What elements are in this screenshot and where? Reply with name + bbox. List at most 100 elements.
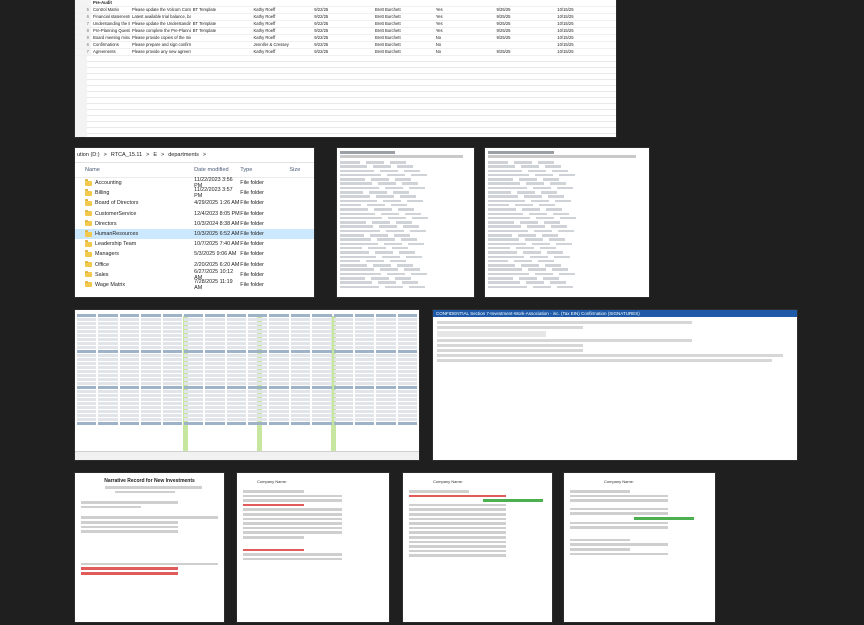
form-thumbnail[interactable]: Narrative Record for New Investments: [75, 473, 224, 622]
spreadsheet-cell[interactable]: No: [433, 41, 495, 49]
breadcrumb-segment[interactable]: >: [146, 152, 149, 158]
spreadsheet-row[interactable]: 5 Control Matrix Please update the Volcom …: [75, 6, 616, 14]
spreadsheet-cell[interactable]: Please provide copies of the minutes for…: [130, 34, 191, 42]
spreadsheet-cell[interactable]: Yes: [433, 13, 495, 21]
spreadsheet-row[interactable]: 7Understanding the EntityPlease update t…: [75, 20, 616, 28]
form-thumbnail[interactable]: Company Name:: [564, 473, 715, 622]
financial-spreadsheet-thumbnail[interactable]: [75, 310, 419, 460]
column-name[interactable]: Name: [75, 167, 194, 173]
spreadsheet-cell[interactable]: 10/15/25: [555, 41, 616, 49]
sheet-tabs[interactable]: [75, 451, 419, 460]
spreadsheet-cell[interactable]: 7: [75, 20, 91, 28]
spreadsheet-cell[interactable]: Jennifer & Cressey: [251, 41, 313, 49]
spreadsheet-cell[interactable]: 5: [75, 6, 91, 14]
spreadsheet-cell[interactable]: 9/22/25: [312, 20, 373, 28]
spreadsheet-cell[interactable]: 9: [75, 34, 91, 42]
folder-row[interactable]: CustomerService 12/4/2023 8:05 PM File fol…: [75, 209, 314, 219]
form-thumbnail[interactable]: Company Name:: [403, 473, 552, 622]
spreadsheet-cell[interactable]: Understanding the Entity: [91, 20, 130, 28]
spreadsheet-cell[interactable]: Brett Burchett: [373, 27, 434, 35]
spreadsheet-cell[interactable]: Brett Burchett: [373, 6, 434, 14]
spreadsheet-cell[interactable]: BT Template: [190, 6, 252, 14]
spreadsheet-cell[interactable]: 10/15/25: [555, 20, 616, 28]
spreadsheet-row[interactable]: 9Board meeting minutesPlease provide cop…: [75, 34, 616, 42]
spreadsheet-cell[interactable]: 9/25/25: [494, 6, 556, 14]
folder-row[interactable]: HumanResources 10/3/2025 6:52 AM File fold…: [75, 228, 314, 240]
spreadsheet-cell[interactable]: Agreements: [91, 48, 130, 56]
spreadsheet-cell[interactable]: 7: [75, 48, 91, 56]
spreadsheet-cell[interactable]: 9/25/25: [494, 34, 556, 42]
breadcrumb-segment[interactable]: >: [203, 152, 206, 158]
folder-list-thumbnail[interactable]: [337, 148, 474, 297]
spreadsheet-cell[interactable]: Kathy Roeff: [251, 13, 313, 21]
spreadsheet-cell[interactable]: Brett Burchett: [373, 41, 434, 49]
spreadsheet-cell[interactable]: 9/25/25: [494, 20, 556, 28]
spreadsheet-cell[interactable]: 9/22/25: [312, 13, 373, 21]
spreadsheet-cell[interactable]: 8: [75, 27, 91, 35]
spreadsheet-cell[interactable]: Brett Burchett: [373, 13, 434, 21]
email-thumbnail[interactable]: CONFIDENTIAL Section 7-Investment-Work-A…: [433, 310, 797, 460]
spreadsheet-cell[interactable]: 9/25/25: [494, 27, 556, 35]
spreadsheet-cell[interactable]: 9/22/25: [312, 34, 373, 42]
spreadsheet-row[interactable]: 6 Financial statements Latest available tr…: [75, 13, 616, 21]
spreadsheet-cell[interactable]: [190, 34, 252, 42]
spreadsheet-cell[interactable]: No: [433, 34, 495, 42]
column-size[interactable]: Size: [289, 167, 314, 173]
spreadsheet-cell[interactable]: Kathy Roeff: [251, 6, 313, 14]
spreadsheet-cell[interactable]: Kathy Roeff: [251, 48, 313, 56]
spreadsheet-cell[interactable]: 9/25/25: [494, 13, 556, 21]
spreadsheet-cell[interactable]: [190, 13, 252, 21]
spreadsheet-cell[interactable]: 10/15/25: [555, 34, 616, 42]
spreadsheet-cell[interactable]: Yes: [433, 27, 495, 35]
spreadsheet-cell[interactable]: 6: [75, 41, 91, 49]
spreadsheet-cell[interactable]: 10/15/25: [555, 13, 616, 21]
spreadsheet-cell[interactable]: 9/22/25: [312, 27, 373, 35]
folder-row[interactable]: Wage Matrix 7/28/2025 11:19 AM File folder: [75, 279, 314, 291]
spreadsheet-cell[interactable]: Confirmations: [91, 41, 130, 49]
spreadsheet-cell[interactable]: 9/22/25: [312, 41, 373, 49]
form-thumbnail[interactable]: Company Name:: [237, 473, 389, 622]
spreadsheet-cell[interactable]: Latest available trial balance, balance …: [130, 13, 191, 21]
column-date-modified[interactable]: Date modified: [194, 167, 240, 173]
folder-row[interactable]: Managers 5/3/2025 9:06 AM File folder: [75, 249, 314, 259]
breadcrumb-segment[interactable]: E: [153, 152, 157, 158]
spreadsheet-cell[interactable]: Brett Burchett: [373, 20, 434, 28]
spreadsheet-cell[interactable]: 9/22/25: [312, 48, 373, 56]
spreadsheet-cell[interactable]: BT Template: [190, 27, 252, 35]
spreadsheet-cell[interactable]: Financial statements: [91, 13, 130, 21]
spreadsheet-cell[interactable]: 10/15/25: [555, 48, 616, 56]
spreadsheet-cell[interactable]: Kathy Roeff: [251, 20, 313, 28]
spreadsheet-cell[interactable]: Pre-Planning Questionnaire: [91, 27, 130, 35]
spreadsheet-cell[interactable]: Please complete the Pre-Planning Questio…: [130, 27, 191, 35]
spreadsheet-cell[interactable]: Brett Burchett: [373, 48, 434, 56]
breadcrumb-segment[interactable]: >: [161, 152, 164, 158]
spreadsheet-cell[interactable]: Brett Burchett: [373, 34, 434, 42]
breadcrumb-segment[interactable]: departments: [168, 152, 199, 158]
spreadsheet-cell[interactable]: Kathy Roeff: [251, 34, 313, 42]
spreadsheet-cell[interactable]: 6: [75, 13, 91, 21]
folder-row[interactable]: Leadership Team 10/7/2025 7:40 AM File fol…: [75, 239, 314, 249]
file-explorer-thumbnail[interactable]: ution (D:) > RTCA_15.11 > E > departments > Nam…: [75, 148, 314, 297]
spreadsheet-row[interactable]: 8Pre-Planning QuestionnairePlease comple…: [75, 27, 616, 35]
spreadsheet-cell[interactable]: Yes: [433, 20, 495, 28]
spreadsheet-cell[interactable]: Please provide any new agreements, lease…: [130, 48, 191, 56]
spreadsheet-cell[interactable]: BT Template: [190, 20, 252, 28]
spreadsheet-row[interactable]: 6 Confirmations Please prepare and sign co…: [75, 41, 616, 49]
spreadsheet-cell[interactable]: Please update the Understanding the Enti…: [130, 20, 191, 28]
folder-list-thumbnail[interactable]: [485, 148, 649, 297]
breadcrumb-segment[interactable]: ution (D:): [77, 152, 100, 158]
spreadsheet-cell[interactable]: 10/15/25: [555, 6, 616, 14]
folder-row[interactable]: Billing 11/22/2023 3:57 PM File folder: [75, 187, 314, 199]
spreadsheet-cell[interactable]: 9/22/25: [312, 6, 373, 14]
folder-row[interactable]: Board of Directors 4/29/2025 1:26 AM File …: [75, 198, 314, 208]
spreadsheet-cell[interactable]: Please prepare and sign confirmations fo…: [130, 41, 191, 49]
spreadsheet-thumbnail[interactable]: Pre-Audit 5 Control Matrix Please update t…: [75, 0, 616, 137]
spreadsheet-cell[interactable]: 10/15/25: [555, 27, 616, 35]
spreadsheet-cell[interactable]: Board meeting minutes: [91, 34, 130, 42]
breadcrumb-segment[interactable]: >: [104, 152, 107, 158]
spreadsheet-cell[interactable]: Kathy Roeff: [251, 27, 313, 35]
spreadsheet-cell[interactable]: [494, 41, 556, 49]
spreadsheet-cell[interactable]: [190, 48, 252, 56]
spreadsheet-cell[interactable]: Please update the Volcom Control Matrix …: [130, 6, 191, 14]
breadcrumb-segment[interactable]: RTCA_15.11: [111, 152, 142, 158]
